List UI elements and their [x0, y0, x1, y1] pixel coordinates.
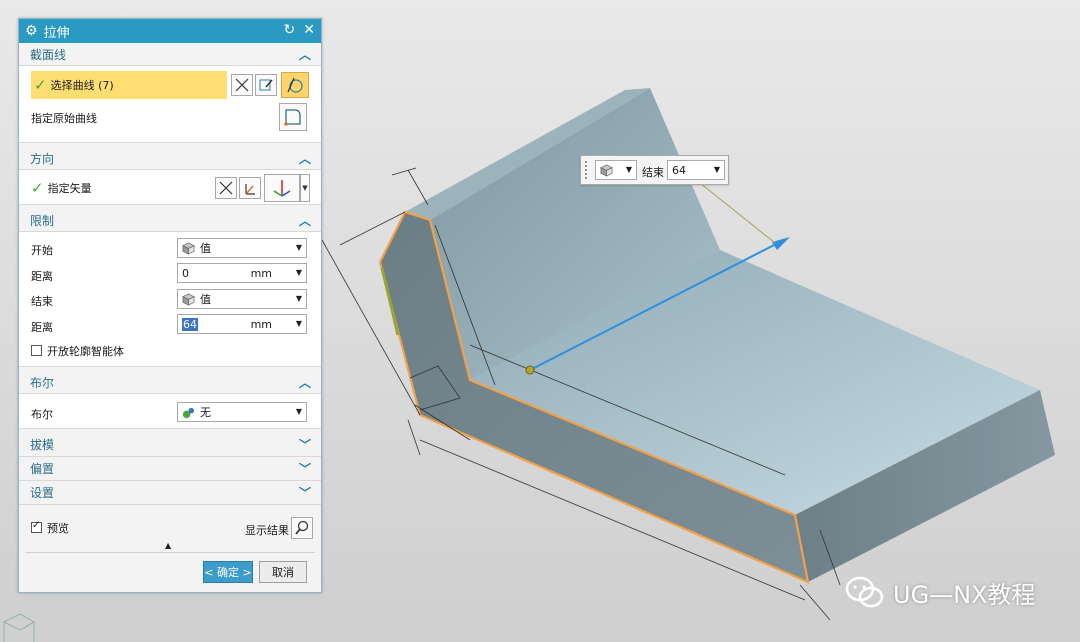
section-header-direction[interactable]: 方向 ︿	[19, 147, 321, 169]
reverse-direction-button[interactable]	[215, 177, 237, 199]
start-label: 开始	[31, 244, 53, 257]
end-label: 结束	[642, 166, 664, 179]
wcs-triad	[3, 613, 35, 642]
reset-icon[interactable]: ↻	[284, 22, 296, 38]
end-distance-label: 距离	[31, 321, 53, 334]
chevron-up-icon[interactable]: ︿	[299, 374, 311, 391]
chevron-down-icon: ▼	[295, 268, 302, 277]
chevron-up-icon[interactable]: ︿	[299, 46, 311, 63]
section-body-section: ✓ 选择曲线 (7) 指定原始曲线	[19, 65, 321, 143]
section-header-section[interactable]: 截面线 ︿	[19, 43, 321, 65]
chevron-down-icon[interactable]: ﹀	[299, 460, 311, 477]
dialog-titlebar[interactable]: ⚙ 拉伸 ↻ ✕	[19, 19, 321, 43]
section-title: 偏置	[30, 462, 55, 476]
cross-arrows-icon	[235, 78, 249, 92]
preview-toggle[interactable]: 预览	[19, 515, 69, 540]
close-icon[interactable]: ✕	[303, 22, 315, 38]
end-distance-input[interactable]: 64 mm ▼	[177, 314, 307, 334]
boolean-label: 布尔	[31, 408, 53, 421]
show-result-button[interactable]	[291, 517, 313, 539]
axis-triad-icon	[273, 180, 291, 197]
end-distance-value: 64	[672, 163, 686, 177]
specify-vector-label: 指定矢量	[47, 181, 92, 195]
expand-more-icon[interactable]: ▲	[165, 541, 171, 550]
chevron-down-icon: ▼	[295, 294, 302, 303]
preview-label: 预览	[47, 521, 69, 535]
cube-icon	[182, 242, 195, 255]
specify-origin-label: 指定原始曲线	[31, 112, 97, 125]
section-header-limits[interactable]: 限制 ︿	[19, 209, 321, 231]
section-title: 布尔	[30, 375, 55, 390]
section-header-boolean[interactable]: 布尔 ︿	[19, 371, 321, 393]
vector-dialog-button[interactable]	[239, 177, 261, 199]
chevron-down-icon: ▼	[295, 407, 302, 416]
cube-icon	[182, 293, 195, 306]
section-title: 截面线	[30, 47, 67, 62]
open-profile-label: 开放轮廓智能体	[47, 344, 124, 358]
vector-type-dropdown[interactable]: ▼	[300, 174, 310, 202]
chevron-down-icon: ▼	[295, 319, 302, 328]
divider	[25, 552, 315, 553]
dialog-title: 拉伸	[43, 25, 70, 41]
section-title: 拔模	[30, 438, 55, 452]
gear-icon: ⚙	[25, 23, 38, 39]
open-profile-row[interactable]: 开放轮廓智能体	[19, 338, 124, 363]
sketch-icon	[259, 79, 273, 91]
chevron-up-icon[interactable]: ︿	[299, 212, 311, 229]
magnifier-icon	[295, 520, 309, 535]
extrude-dialog: ⚙ 拉伸 ↻ ✕ 截面线 ︿ ✓ 选择曲线 (7) 指定原始曲线 方向 ︿ ✓ …	[18, 18, 322, 593]
preview-row: 预览 显示结果	[19, 515, 321, 541]
section-title: 设置	[30, 486, 55, 500]
start-distance-label: 距离	[31, 270, 53, 283]
boolean-none-icon	[182, 407, 195, 418]
cancel-button[interactable]: 取消	[259, 561, 307, 583]
section-body-limits: 开始 值 ▼ 距离 0 mm ▼ 结束 值 ▼ 距离 64 mm ▼ 开放轮廓智…	[19, 231, 321, 367]
vector-type-button[interactable]	[264, 174, 300, 202]
curve-selection-button[interactable]	[281, 72, 309, 98]
select-curve-row[interactable]: ✓ 选择曲线 (7)	[31, 71, 227, 99]
chevron-down-icon: ▼	[302, 184, 308, 192]
section-title: 方向	[30, 151, 55, 166]
chevron-down-icon: ▼	[295, 243, 302, 252]
section-body-direction: ✓ 指定矢量 ▼	[19, 169, 321, 205]
end-distance-floatbar: ▼ 结束 64 ▼	[580, 155, 729, 185]
end-label: 结束	[31, 295, 53, 308]
origin-curve-icon	[284, 109, 301, 126]
chevron-up-icon[interactable]: ︿	[299, 150, 311, 167]
watermark-text: UG—NX教程	[893, 581, 1036, 609]
section-body-boolean: 布尔 无 ▼	[19, 393, 321, 429]
open-profile-checkbox[interactable]	[31, 345, 42, 356]
end-type-select[interactable]: 值 ▼	[177, 289, 307, 309]
vector-icon	[245, 184, 255, 195]
vector-origin-handle[interactable]	[525, 365, 535, 375]
sketch-section-button[interactable]	[255, 74, 277, 96]
chevron-down-icon[interactable]: ﹀	[299, 484, 311, 501]
chevron-down-icon: ▼	[625, 165, 632, 174]
start-type-select[interactable]: 值 ▼	[177, 238, 307, 258]
specify-origin-curve-button[interactable]	[279, 103, 307, 131]
watermark: UG—NX教程	[845, 575, 1036, 610]
section-title: 限制	[30, 213, 55, 228]
select-curve-label: 选择曲线 (7)	[50, 79, 114, 92]
show-result-label: 显示结果	[245, 524, 289, 537]
chevron-down-icon: ▼	[713, 165, 720, 174]
ok-button[interactable]: < 确定 >	[203, 561, 253, 583]
cross-arrows-icon	[219, 181, 233, 195]
section-header-settings[interactable]: 设置 ﹀	[19, 481, 321, 505]
wechat-icon	[845, 576, 884, 607]
section-header-draft[interactable]: 拔模 ﹀	[19, 433, 321, 457]
cube-icon	[600, 164, 613, 177]
check-icon: ✓	[34, 76, 47, 94]
curve-icon	[287, 77, 303, 93]
drag-grip[interactable]	[584, 160, 588, 180]
end-type-select[interactable]: ▼	[595, 160, 637, 180]
check-icon: ✓	[31, 178, 44, 197]
start-distance-input[interactable]: 0 mm ▼	[177, 263, 307, 283]
chevron-down-icon[interactable]: ﹀	[299, 436, 311, 453]
reverse-section-button[interactable]	[231, 74, 253, 96]
section-header-offset[interactable]: 偏置 ﹀	[19, 457, 321, 481]
end-distance-input[interactable]: 64 ▼	[667, 160, 725, 180]
boolean-select[interactable]: 无 ▼	[177, 402, 307, 422]
preview-checkbox[interactable]	[31, 520, 42, 533]
